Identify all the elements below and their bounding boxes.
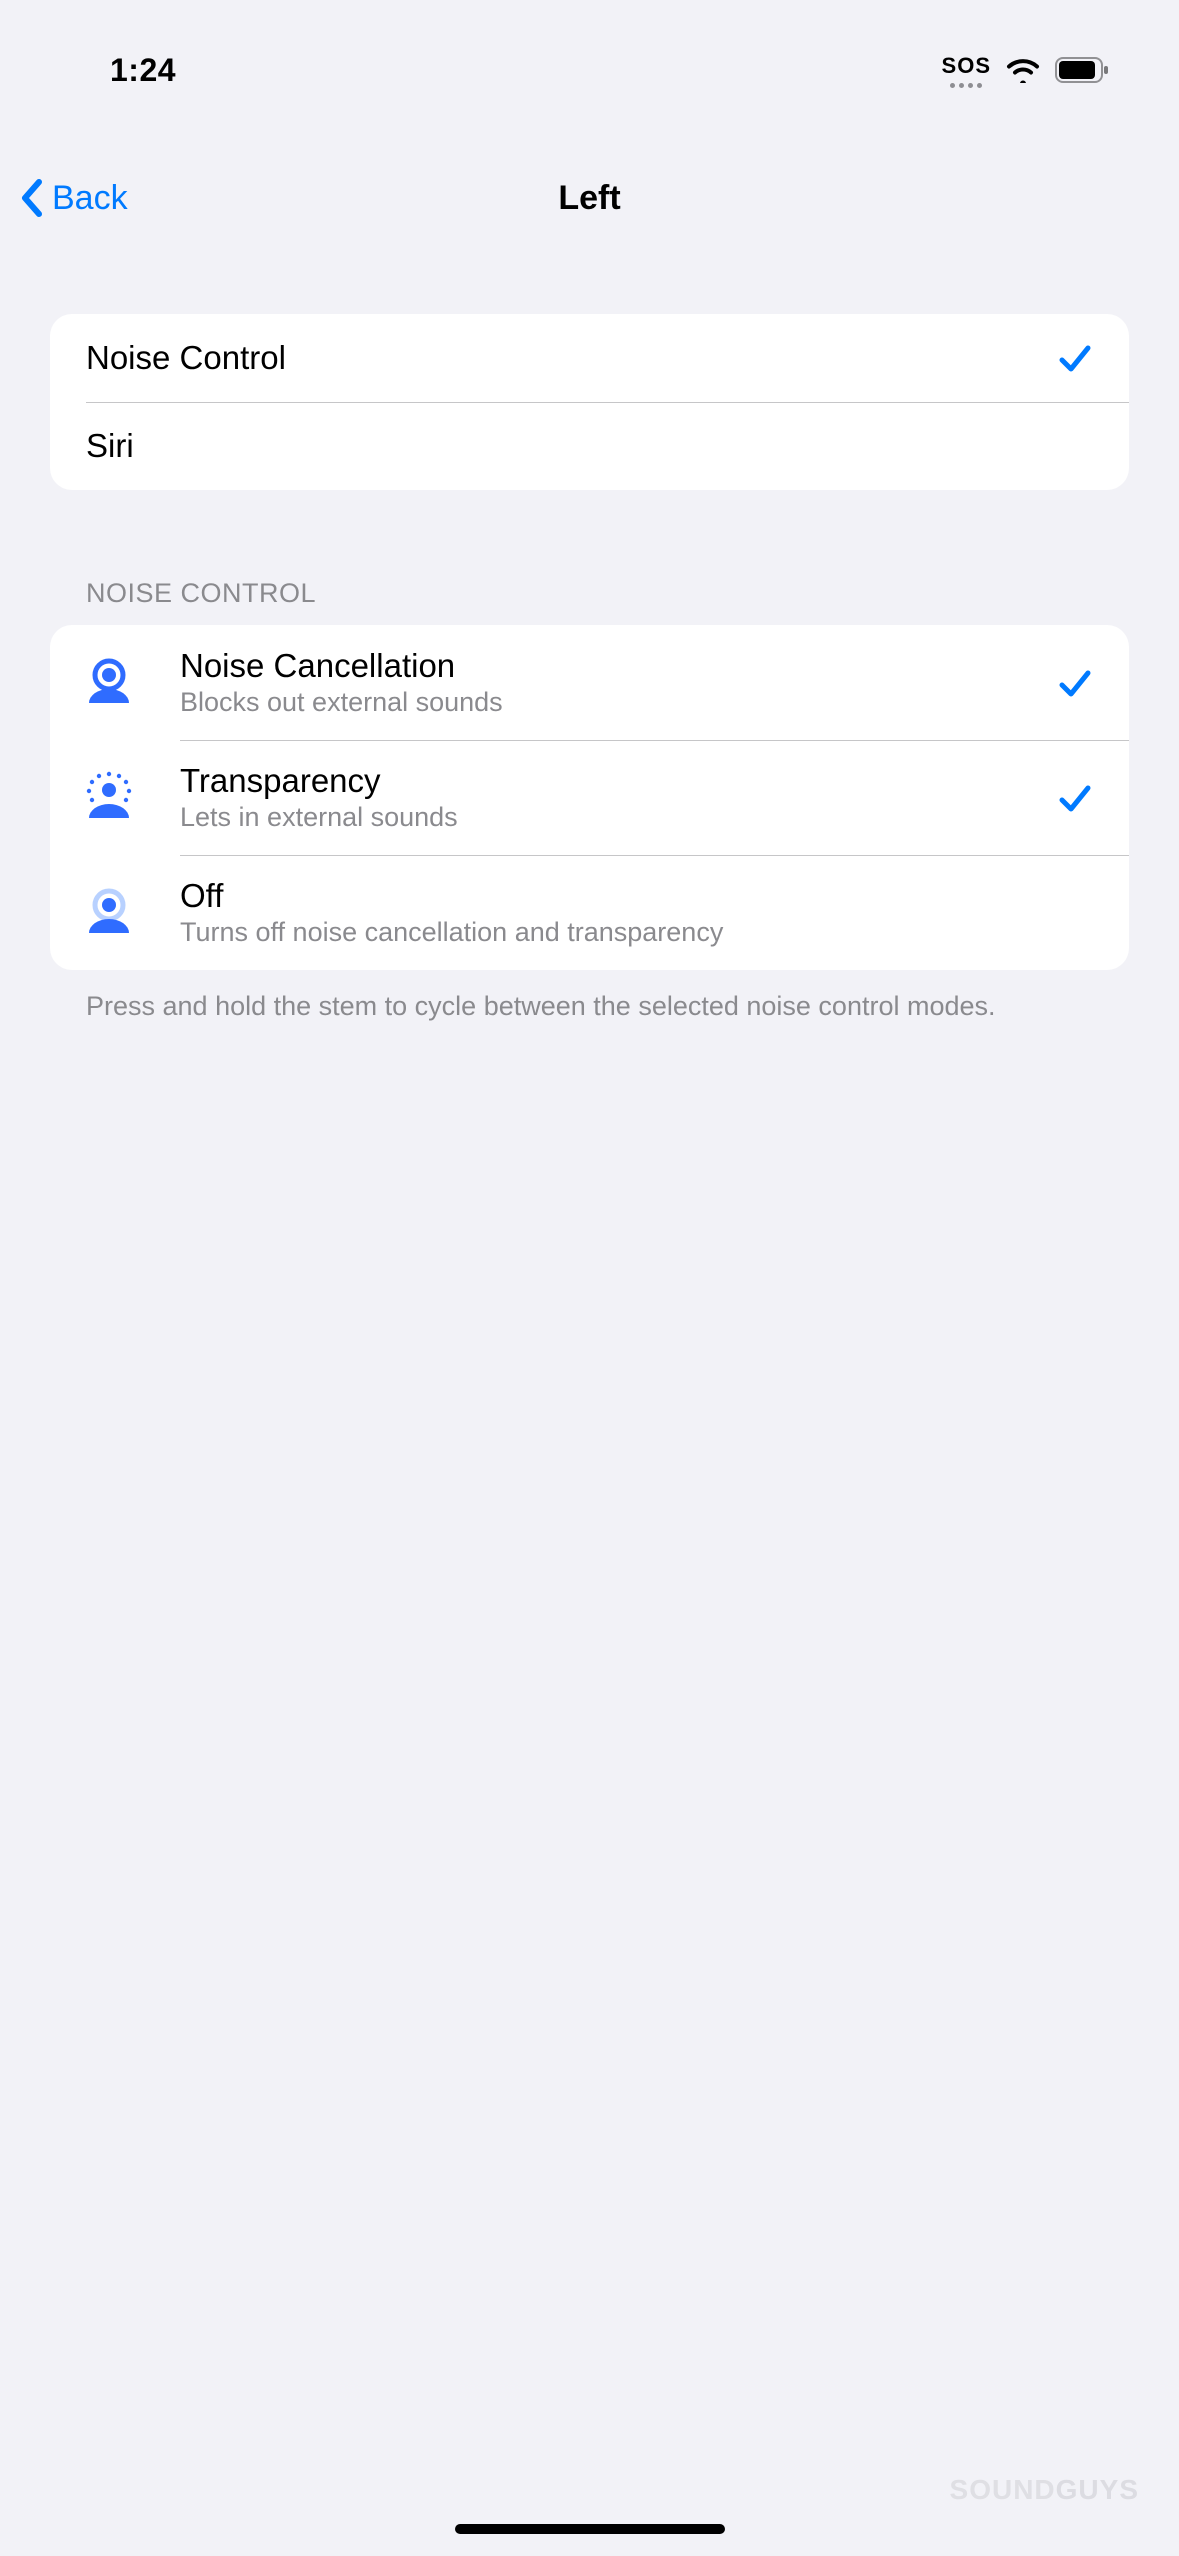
row-noise-cancellation[interactable]: Noise Cancellation Blocks out external s… — [50, 625, 1129, 740]
nav-bar: Back Left — [0, 150, 1179, 246]
chevron-left-icon — [20, 178, 44, 218]
row-subtitle: Turns off noise cancellation and transpa… — [180, 917, 1093, 948]
checkmark-icon — [1057, 340, 1093, 376]
row-label: Noise Control — [86, 339, 286, 377]
row-subtitle: Lets in external sounds — [180, 802, 1021, 833]
transparency-icon — [74, 763, 144, 833]
row-siri[interactable]: Siri — [50, 402, 1129, 490]
checkmark-icon — [1057, 665, 1093, 701]
back-button[interactable]: Back — [20, 178, 128, 218]
row-noise-control[interactable]: Noise Control — [50, 314, 1129, 402]
row-subtitle: Blocks out external sounds — [180, 687, 1021, 718]
watermark-a: SOUND — [950, 2474, 1056, 2505]
back-label: Back — [52, 179, 128, 218]
network-dots-icon — [950, 83, 982, 88]
watermark-b: GUYS — [1056, 2474, 1139, 2505]
home-indicator[interactable] — [455, 2524, 725, 2534]
sos-label: SOS — [942, 53, 991, 79]
off-icon — [74, 878, 144, 948]
row-title: Off — [180, 877, 1093, 915]
press-hold-action-group: Noise Control Siri — [50, 314, 1129, 490]
sos-indicator: SOS — [942, 53, 991, 88]
row-title: Noise Cancellation — [180, 647, 1021, 685]
row-off[interactable]: Off Turns off noise cancellation and tra… — [50, 855, 1129, 970]
section-footer: Press and hold the stem to cycle between… — [86, 988, 1093, 1024]
section-header-noise-control: NOISE CONTROL — [86, 578, 1129, 609]
content: Noise Control Siri NOISE CONTROL N — [0, 246, 1179, 1024]
row-title: Transparency — [180, 762, 1021, 800]
status-bar: 1:24 SOS — [0, 0, 1179, 110]
status-time: 1:24 — [50, 52, 176, 89]
noise-cancellation-icon — [74, 648, 144, 718]
wifi-icon — [1005, 57, 1041, 83]
row-label: Siri — [86, 427, 134, 465]
page-title: Left — [20, 179, 1159, 218]
checkmark-icon — [1057, 780, 1093, 816]
status-right: SOS — [942, 53, 1129, 88]
row-transparency[interactable]: Transparency Lets in external sounds — [50, 740, 1129, 855]
watermark: SOUNDGUYS — [950, 2474, 1139, 2506]
noise-control-modes-group: Noise Cancellation Blocks out external s… — [50, 625, 1129, 970]
battery-icon — [1055, 57, 1111, 83]
